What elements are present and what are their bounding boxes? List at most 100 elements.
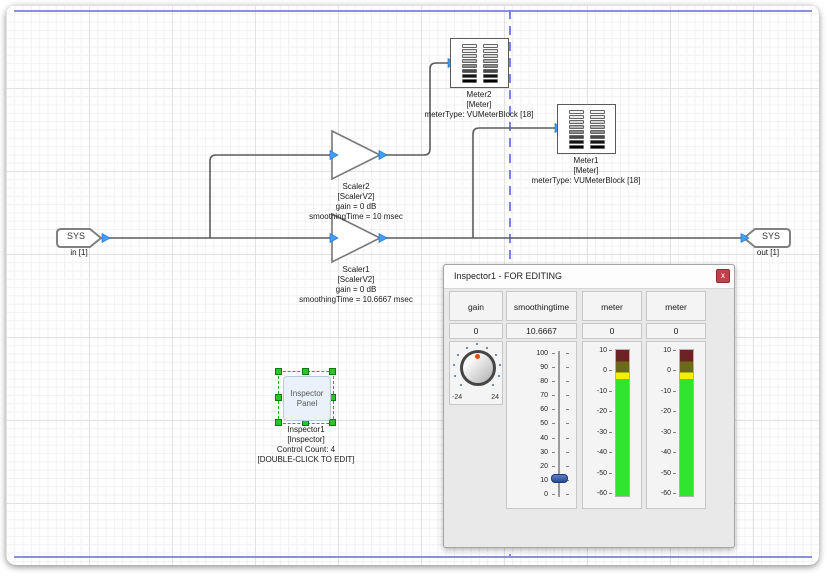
knob-min-label: -24 xyxy=(452,394,462,401)
scale-tick-label: 30 xyxy=(507,449,548,456)
tick-mark xyxy=(673,493,676,494)
tick-mark xyxy=(566,494,569,495)
smoothingtime-header: smoothingtime xyxy=(506,291,577,321)
meter2-block[interactable] xyxy=(450,38,509,88)
smoothingtime-slider-cell: 1009080706050403020100 xyxy=(506,341,577,509)
tick-mark xyxy=(552,494,555,495)
tick-mark xyxy=(673,350,676,351)
tick-mark xyxy=(552,395,555,396)
sys-out-label: SYS xyxy=(752,231,790,241)
tick-mark xyxy=(673,452,676,453)
tick-mark xyxy=(566,395,569,396)
scale-tick-label: 100 xyxy=(507,350,548,357)
gain-value[interactable]: 0 xyxy=(449,323,503,339)
scale-tick-label: 0 xyxy=(583,367,607,374)
scale-tick-label: 70 xyxy=(507,392,548,399)
selection-handle[interactable] xyxy=(302,368,309,375)
tick-mark xyxy=(609,391,612,392)
tick-mark xyxy=(552,452,555,453)
scale-tick-label: -40 xyxy=(647,449,671,456)
scale-tick-label: 80 xyxy=(507,378,548,385)
scale-tick-label: -50 xyxy=(583,470,607,477)
scaler2-output-arrow[interactable] xyxy=(379,151,387,160)
tick-mark xyxy=(552,381,555,382)
meter-value: 0 xyxy=(646,323,706,339)
tick-mark xyxy=(609,370,612,371)
sys-in-output-arrow[interactable] xyxy=(102,234,110,243)
tick-mark xyxy=(673,473,676,474)
scale-tick-label: 0 xyxy=(647,367,671,374)
tick-mark xyxy=(566,367,569,368)
tick-mark xyxy=(609,493,612,494)
tick-mark xyxy=(673,411,676,412)
meter-header: meter xyxy=(582,291,642,321)
scale-tick-label: -20 xyxy=(647,408,671,415)
close-icon[interactable]: x xyxy=(716,269,730,283)
meter2-labels: Meter2 [Meter] meterType: VUMeterBlock [… xyxy=(389,90,569,120)
scaler2-block[interactable] xyxy=(332,131,380,179)
sys-out-port-label: out [1] xyxy=(678,248,819,258)
tick-mark xyxy=(566,381,569,382)
scale-tick-label: 10 xyxy=(583,347,607,354)
tick-mark xyxy=(609,350,612,351)
meter-display-cell: 100-10-20-30-40-50-60 xyxy=(582,341,642,509)
vu-meter-bar xyxy=(679,349,694,497)
scale-tick-label: 10 xyxy=(507,477,548,484)
app-stage: SYS in [1] SYS out [1] Meter2 [Meter] me… xyxy=(0,0,827,576)
tick-mark xyxy=(552,367,555,368)
design-canvas[interactable]: SYS in [1] SYS out [1] Meter2 [Meter] me… xyxy=(6,5,819,565)
meter-scale: 100-10-20-30-40-50-60 xyxy=(583,346,613,498)
scale-tick-label: -10 xyxy=(647,388,671,395)
tick-mark xyxy=(673,370,676,371)
scale-tick-label: 90 xyxy=(507,364,548,371)
vu-meter-bar xyxy=(615,349,630,497)
tick-mark xyxy=(609,432,612,433)
scale-tick-label: -40 xyxy=(583,449,607,456)
tick-mark xyxy=(552,353,555,354)
scale-tick-label: -50 xyxy=(647,470,671,477)
tick-mark xyxy=(609,411,612,412)
selection-handle[interactable] xyxy=(275,368,282,375)
selection-handle[interactable] xyxy=(329,368,336,375)
scale-tick-label: 60 xyxy=(507,406,548,413)
sys-in-port-label: in [1] xyxy=(6,248,169,258)
inspector-titlebar[interactable]: Inspector1 - FOR EDITING x xyxy=(444,265,734,289)
tick-mark xyxy=(673,391,676,392)
sys-in-label: SYS xyxy=(57,231,95,241)
tick-mark xyxy=(566,438,569,439)
scale-tick-label: -60 xyxy=(583,490,607,497)
vu-meter-icon xyxy=(590,110,605,149)
vu-meter-icon xyxy=(462,44,477,83)
inspector-block-labels: Inspector1 [Inspector] Control Count: 4 … xyxy=(216,425,396,465)
meter-header: meter xyxy=(646,291,706,321)
meter-display-cell: 100-10-20-30-40-50-60 xyxy=(646,341,706,509)
tick-mark xyxy=(566,409,569,410)
tick-mark xyxy=(552,423,555,424)
scaler1-labels: Scaler1 [ScalerV2] gain = 0 dB smoothing… xyxy=(266,265,446,305)
scale-tick-label: 40 xyxy=(507,435,548,442)
knob-indicator-dot xyxy=(475,354,480,359)
smoothingtime-value[interactable]: 10.6667 xyxy=(506,323,577,339)
tick-mark xyxy=(552,409,555,410)
tick-mark xyxy=(566,452,569,453)
scale-tick-label: -10 xyxy=(583,388,607,395)
slider-handle[interactable] xyxy=(551,474,568,483)
gain-header: gain xyxy=(449,291,503,321)
scale-tick-label: 50 xyxy=(507,420,548,427)
inspector-title: Inspector1 - FOR EDITING xyxy=(454,265,562,288)
scale-tick-label: 0 xyxy=(507,491,548,498)
scale-tick-label: -30 xyxy=(647,429,671,436)
tick-mark xyxy=(566,466,569,467)
scale-tick-label: -20 xyxy=(583,408,607,415)
tick-mark xyxy=(566,353,569,354)
vu-meter-icon xyxy=(483,44,498,83)
scaler1-output-arrow[interactable] xyxy=(379,234,387,243)
meter1-block[interactable] xyxy=(557,104,616,154)
meter-scale: 100-10-20-30-40-50-60 xyxy=(647,346,677,498)
inspector-panel-block[interactable]: Inspector Panel xyxy=(283,376,331,421)
scale-tick-label: 10 xyxy=(647,347,671,354)
inspector-window[interactable]: Inspector1 - FOR EDITING x gain 0 -24 xyxy=(443,264,735,548)
tick-mark xyxy=(552,438,555,439)
knob-max-label: 24 xyxy=(491,394,499,401)
selection-handle[interactable] xyxy=(275,394,282,401)
